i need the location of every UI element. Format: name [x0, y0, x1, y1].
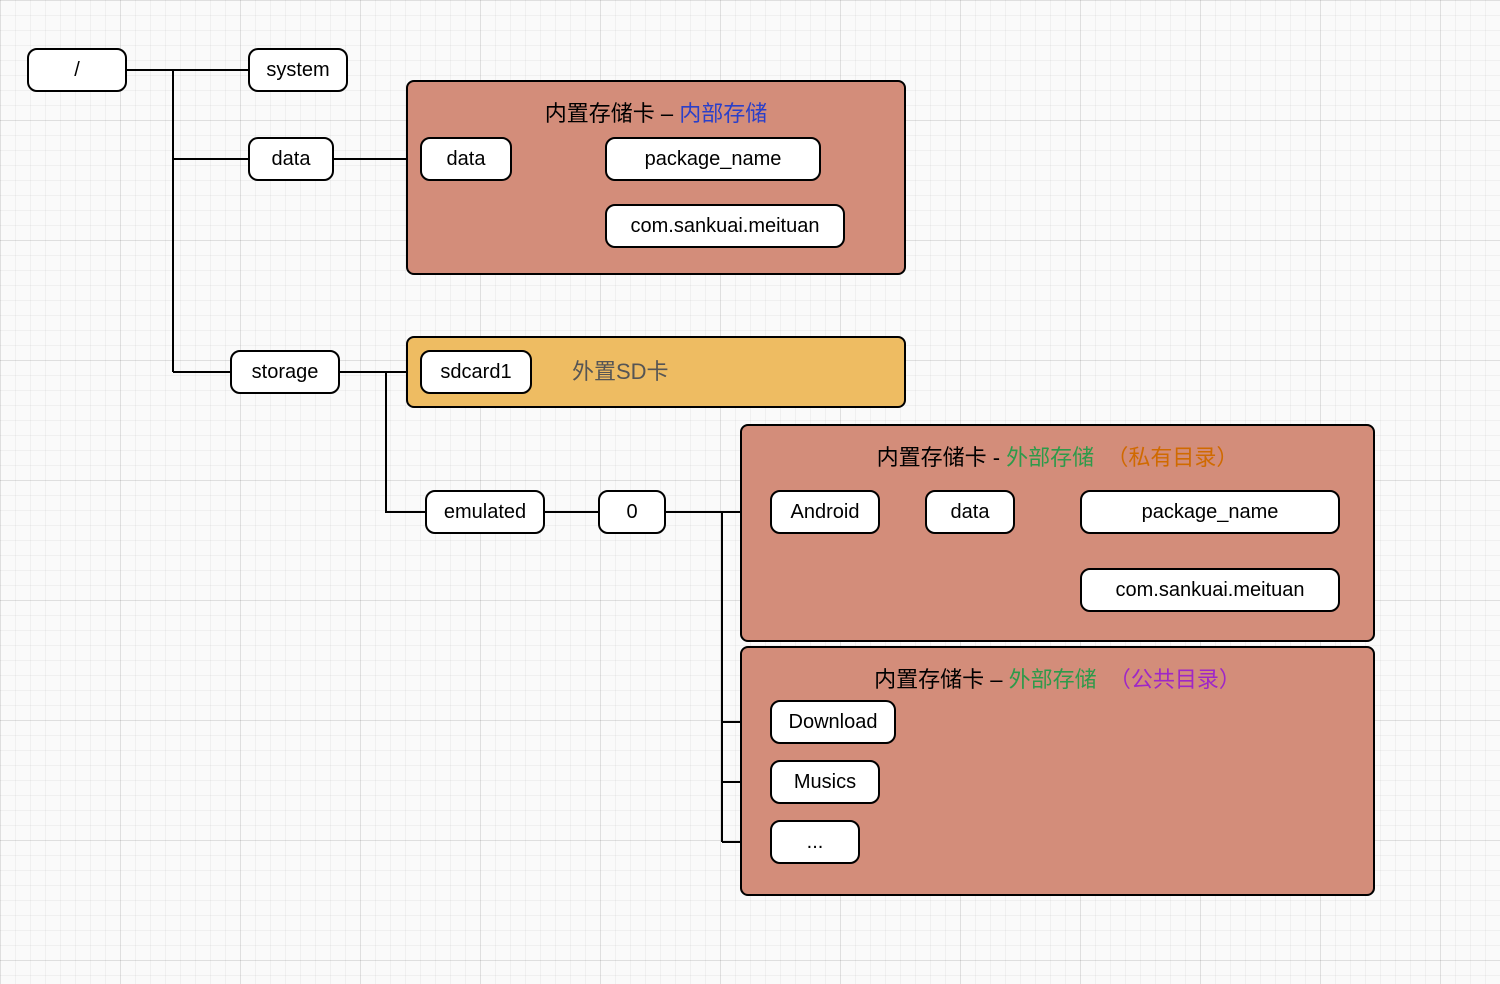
- group-extpriv-label: 外部存储: [1006, 445, 1094, 470]
- node-zero: 0: [598, 490, 666, 534]
- group-extpriv-note: （私有目录）: [1106, 445, 1238, 470]
- group-internal-sep: –: [655, 101, 679, 126]
- node-system: system: [248, 48, 348, 92]
- group-sdcard-title: 外置SD卡: [572, 354, 890, 386]
- node-android: Android: [770, 490, 880, 534]
- node-root: /: [27, 48, 127, 92]
- node-package-name-ext: package_name: [1080, 490, 1340, 534]
- node-com-sankuai-2: com.sankuai.meituan: [1080, 568, 1340, 612]
- group-extpub-label: 外部存储: [1009, 667, 1097, 692]
- node-data-ext: data: [925, 490, 1015, 534]
- node-com-sankuai-1: com.sankuai.meituan: [605, 204, 845, 248]
- node-package-name: package_name: [605, 137, 821, 181]
- group-extpriv-sep: -: [987, 445, 1007, 470]
- group-extpub-note: （公共目录）: [1109, 667, 1241, 692]
- diagram-canvas: 内置存储卡 – 内部存储 外置SD卡 内置存储卡 - 外部存储 （私有目录） 内…: [0, 0, 1500, 984]
- node-download: Download: [770, 700, 896, 744]
- node-sdcard1: sdcard1: [420, 350, 532, 394]
- node-musics: Musics: [770, 760, 880, 804]
- group-extpub-title: 内置存储卡 – 外部存储 （公共目录）: [756, 662, 1359, 694]
- group-internal-title: 内置存储卡 – 内部存储: [422, 96, 890, 128]
- group-internal-prefix: 内置存储卡: [545, 101, 655, 126]
- group-extpub-sep: –: [984, 667, 1008, 692]
- group-extpub-prefix: 内置存储卡: [874, 667, 984, 692]
- node-data-inner: data: [420, 137, 512, 181]
- node-emulated: emulated: [425, 490, 545, 534]
- group-extpriv-prefix: 内置存储卡: [877, 445, 987, 470]
- node-ellipsis: ...: [770, 820, 860, 864]
- group-extpriv-title: 内置存储卡 - 外部存储 （私有目录）: [756, 440, 1359, 472]
- group-internal-label: 内部存储: [679, 101, 767, 126]
- group-sdcard-label: 外置SD卡: [572, 359, 669, 384]
- node-storage: storage: [230, 350, 340, 394]
- node-data: data: [248, 137, 334, 181]
